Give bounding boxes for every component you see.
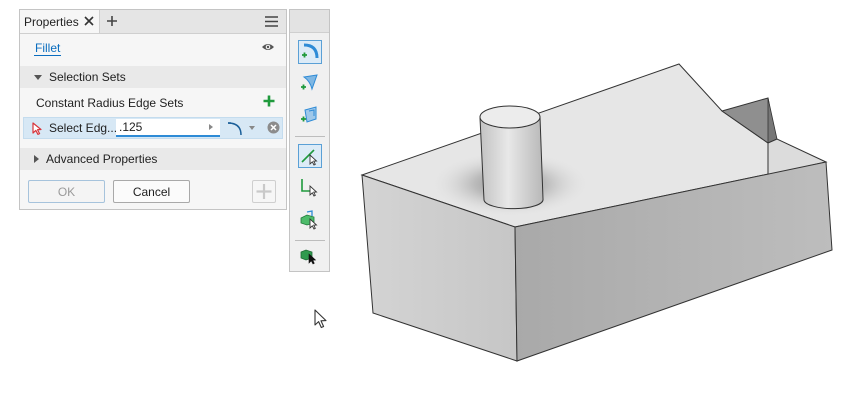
edge-fillet-button[interactable] [298,40,322,64]
green-plus-icon[interactable] [263,95,275,107]
ok-button[interactable]: OK [28,180,105,203]
feature-name-row: Fillet [20,38,286,62]
eye-icon[interactable] [261,42,275,52]
select-edge-button[interactable] [298,144,322,168]
select-feature-button[interactable] [298,208,322,232]
select-all-button[interactable] [298,244,322,268]
boss-top[interactable] [479,105,541,129]
chevron-right-icon[interactable] [209,124,213,130]
cancel-button[interactable]: Cancel [113,180,190,203]
setback-fillet-button[interactable] [298,104,322,128]
red-arrow-select-icon[interactable] [32,122,42,135]
select-loop-button[interactable] [298,176,322,200]
toolbar-separator [295,136,325,137]
mouse-cursor-icon [314,309,327,329]
setback-fillet-icon [301,106,317,123]
remove-circle-icon[interactable] [267,121,280,134]
constant-radius-label: Constant Radius Edge Sets [36,96,184,110]
caret-right-icon [34,155,39,163]
section-title: Selection Sets [49,70,126,84]
hamburger-menu-icon[interactable] [264,15,279,28]
select-all-icon [300,249,317,265]
caret-down-icon [34,74,42,80]
selection-toolbar [289,9,330,272]
section-title: Advanced Properties [46,152,158,166]
edge-set-row[interactable]: Select Edg... [23,117,283,139]
toolbar-separator [295,240,325,241]
fillet-profile-icon[interactable] [227,120,245,136]
advanced-properties-header[interactable]: Advanced Properties [20,148,286,170]
chevron-down-icon[interactable] [249,126,255,130]
close-icon[interactable] [82,14,96,28]
selection-sets-header[interactable]: Selection Sets [20,66,286,88]
panel-tab-bar: Properties [20,10,286,34]
apply-plus-button[interactable] [252,180,276,203]
toolbar-header [290,10,329,33]
constant-radius-row: Constant Radius Edge Sets [20,92,286,116]
tab-label: Properties [24,14,79,29]
plus-icon [256,184,272,199]
select-edge-icon [301,149,318,166]
variable-fillet-button[interactable] [298,72,322,96]
feature-name-link[interactable]: Fillet [34,41,62,56]
boss-side[interactable] [479,116,544,210]
radius-input[interactable] [116,119,220,137]
properties-panel: Properties Fillet Selection Sets Constan… [19,9,287,210]
plus-icon[interactable] [105,14,119,28]
select-loop-icon [301,179,318,197]
select-feature-icon [300,210,318,230]
button-row: OK Cancel [20,178,286,206]
3d-model-view[interactable] [355,60,840,365]
select-edges-label[interactable]: Select Edg... [49,121,117,135]
variable-fillet-icon [301,74,318,91]
notch-back-face[interactable] [767,97,778,144]
edge-fillet-icon [302,43,319,59]
